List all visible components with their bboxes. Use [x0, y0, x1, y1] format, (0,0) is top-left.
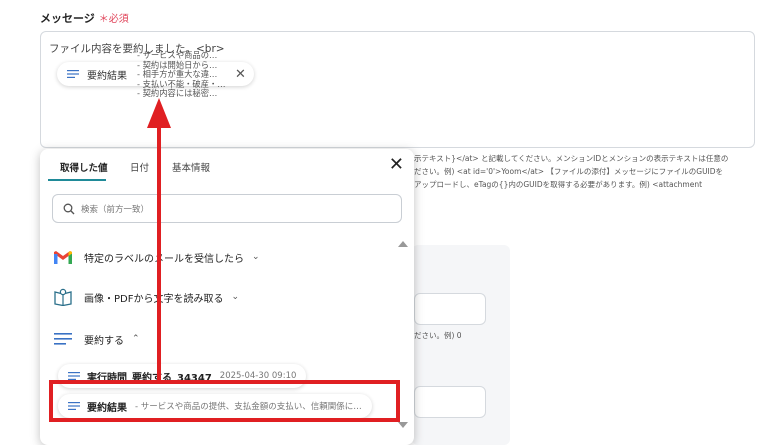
- field-label-text: メッセージ: [40, 12, 95, 25]
- chip-label: 要約結果: [87, 70, 127, 82]
- scroll-down-arrow[interactable]: [398, 422, 408, 428]
- gmail-icon: [52, 247, 74, 267]
- group-label: 特定のラベルのメールを受信したら: [84, 253, 244, 265]
- tab-date[interactable]: 日付: [130, 160, 149, 174]
- help-text-line: 示テキスト}</at> と記載してください。メンションIDとメンションの表示テキ…: [414, 154, 729, 163]
- scroll-up-arrow[interactable]: [398, 241, 408, 247]
- highlight-annotation: [49, 380, 400, 422]
- tab-basic-info[interactable]: 基本情報: [172, 160, 210, 174]
- group-label: 要約する: [84, 335, 124, 347]
- lines-icon: [67, 70, 79, 78]
- search-icon: [63, 203, 75, 214]
- background-input[interactable]: [414, 293, 486, 325]
- chevron-down-icon: ⌄: [252, 252, 260, 262]
- chevron-down-icon: ⌄: [231, 292, 240, 302]
- group-ocr[interactable]: 画像・PDFから文字を読み取る ⌄: [52, 285, 239, 309]
- lines-icon: [68, 372, 80, 380]
- close-icon[interactable]: ✕: [235, 68, 246, 81]
- close-icon[interactable]: ✕: [389, 155, 404, 175]
- search-input[interactable]: 検索（前方一致）: [52, 194, 402, 223]
- field-label: メッセージ ＊必須: [40, 10, 129, 26]
- help-text-line: ださい。例) <at id='0'>Yoom</at> 【ファイルの添付】メッセ…: [414, 167, 724, 176]
- tab-bar: 取得した値 日付 基本情報 ✕: [40, 149, 414, 181]
- tab-acquired-values[interactable]: 取得した値: [60, 160, 108, 174]
- group-label: 画像・PDFから文字を読み取る: [84, 293, 224, 305]
- help-text-line: アップロードし、eTagの{}内のGUIDを取得する必要があります。例) <at…: [414, 180, 703, 189]
- search-placeholder: 検索（前方一致）: [81, 204, 150, 215]
- lines-icon: [52, 329, 74, 349]
- chip-preview: - サービスや商品の… - 契約は開始日から… - 相手方が重大な違… - 支払…: [137, 50, 226, 99]
- group-summarize[interactable]: 要約する ⌃: [52, 327, 140, 351]
- background-help-text: ださい。例) 0: [414, 331, 462, 340]
- chevron-up-icon: ⌃: [132, 334, 140, 344]
- group-gmail-trigger[interactable]: 特定のラベルのメールを受信したら ⌄: [52, 245, 260, 269]
- active-tab-indicator: [48, 179, 106, 181]
- book-ocr-icon: [52, 287, 74, 307]
- background-input[interactable]: [414, 386, 486, 418]
- required-badge: ＊必須: [98, 14, 129, 25]
